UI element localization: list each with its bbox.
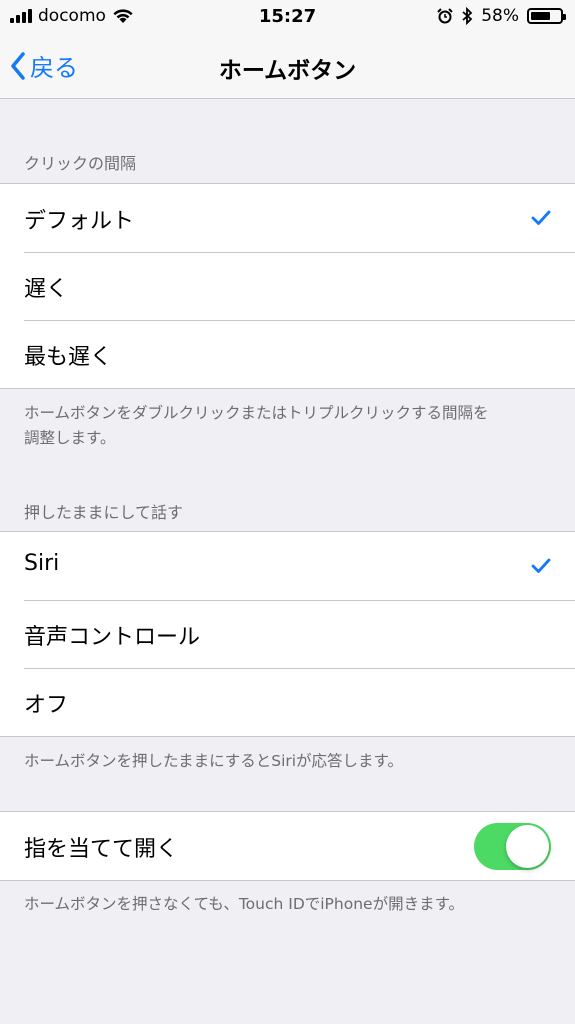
alarm-icon	[437, 8, 453, 24]
option-label: デフォルト	[24, 209, 135, 234]
section-header-press-and-hold: 押したままにして話す	[24, 503, 184, 522]
option-siri[interactable]: Siri	[0, 532, 575, 600]
checkmark-icon	[531, 558, 551, 573]
status-right: 58%	[437, 6, 566, 26]
status-bar: docomo 15:27 58%	[0, 0, 575, 34]
battery-percent: 58%	[481, 6, 519, 26]
option-label: 音声コントロール	[24, 625, 201, 650]
option-label: オフ	[24, 693, 69, 718]
rest-finger-toggle[interactable]	[474, 823, 551, 870]
section-header-click-speed: クリックの間隔	[24, 154, 137, 173]
option-label: 最も遅く	[24, 345, 113, 370]
rest-finger-group: 指を当てて開く	[0, 811, 575, 881]
option-label: Siri	[24, 551, 60, 576]
rest-finger-label: 指を当てて開く	[24, 837, 179, 862]
option-voice-control[interactable]: 音声コントロール	[0, 600, 575, 668]
press-and-hold-group: Siri 音声コントロール オフ	[0, 531, 575, 737]
battery-icon	[527, 8, 566, 24]
navigation-bar: 戻る ホームボタン	[0, 34, 575, 99]
option-off[interactable]: オフ	[0, 668, 575, 736]
click-speed-footer: ホームボタンをダブルクリックまたはトリプルクリックする間隔を調整します。	[24, 404, 489, 447]
press-and-hold-footer: ホームボタンを押したままにするとSiriが応答します。	[24, 752, 404, 770]
option-slow[interactable]: 遅く	[0, 252, 575, 320]
rest-finger-footer: ホームボタンを押さなくても、Touch IDでiPhoneが開きます。	[24, 895, 465, 913]
toggle-knob	[506, 825, 549, 868]
click-speed-group: デフォルト 遅く 最も遅く	[0, 183, 575, 389]
option-default[interactable]: デフォルト	[0, 184, 575, 252]
page-title: ホームボタン	[218, 58, 357, 84]
bluetooth-icon	[462, 7, 473, 25]
checkmark-icon	[531, 210, 551, 225]
option-label: 遅く	[24, 277, 69, 302]
option-slowest[interactable]: 最も遅く	[0, 320, 575, 388]
rest-finger-row: 指を当てて開く	[0, 812, 575, 880]
